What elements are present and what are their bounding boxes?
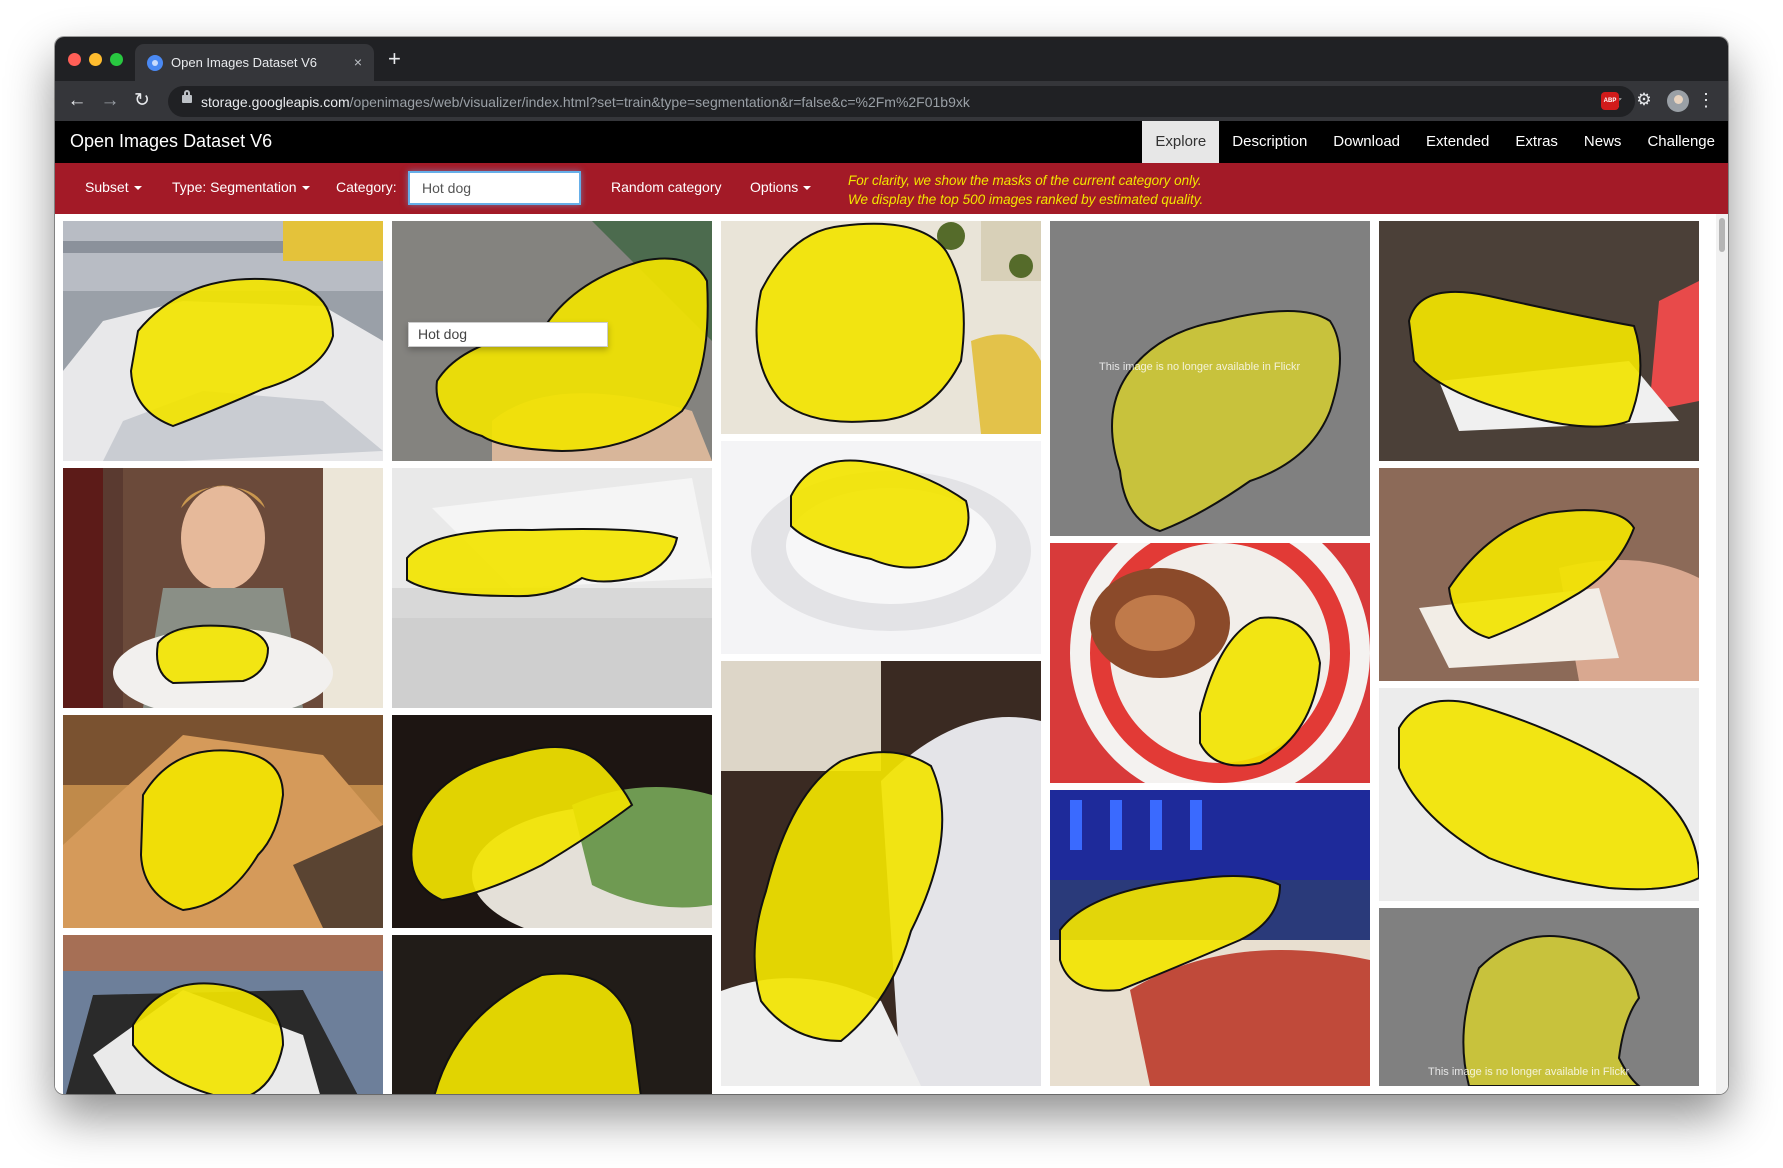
image-thumbnail[interactable] bbox=[63, 715, 383, 928]
page-viewport: Open Images Dataset V6 Explore Descriptio… bbox=[55, 121, 1728, 1094]
address-bar[interactable]: storage.googleapis.com/openimages/web/vi… bbox=[168, 86, 1635, 117]
maximize-window-button[interactable] bbox=[110, 53, 123, 66]
image-thumbnail[interactable] bbox=[392, 935, 712, 1094]
image-thumbnail[interactable] bbox=[721, 221, 1041, 434]
thumbnail-image bbox=[1379, 468, 1699, 681]
options-label: Options bbox=[750, 179, 799, 195]
image-thumbnail[interactable] bbox=[63, 221, 383, 461]
thumbnail-image bbox=[721, 441, 1041, 654]
image-thumbnail[interactable] bbox=[392, 468, 712, 708]
filter-bar: Subset Type: Segmentation Category: Hot … bbox=[55, 163, 1728, 214]
thumbnail-image bbox=[721, 221, 1041, 434]
unavailable-text: This image is no longer available in Fli… bbox=[1099, 361, 1301, 373]
notice-line-2: We display the top 500 images ranked by … bbox=[848, 192, 1204, 207]
thumbnail-image bbox=[1050, 543, 1370, 783]
nav-description[interactable]: Description bbox=[1219, 121, 1320, 163]
thumbnail-image bbox=[63, 935, 383, 1094]
thumbnail-image bbox=[1379, 688, 1699, 901]
notice-line-1: For clarity, we show the masks of the cu… bbox=[848, 173, 1202, 188]
category-input[interactable]: Hot dog bbox=[408, 171, 581, 205]
image-thumbnail[interactable] bbox=[1050, 790, 1370, 1086]
url-path: /openimages/web/visualizer/index.html?se… bbox=[349, 94, 970, 110]
thumbnail-image bbox=[1379, 908, 1699, 1086]
browser-menu-icon[interactable]: ⋮ bbox=[1697, 90, 1715, 110]
profile-avatar[interactable] bbox=[1667, 90, 1689, 112]
image-thumbnail[interactable] bbox=[1379, 908, 1699, 1086]
url-host: storage.googleapis.com bbox=[201, 94, 350, 110]
browser-toolbar: ← → ↻ storage.googleapis.com/openimages/… bbox=[55, 81, 1728, 121]
chevron-down-icon bbox=[803, 186, 812, 191]
url-text: storage.googleapis.com/openimages/web/vi… bbox=[201, 94, 970, 110]
image-thumbnail[interactable] bbox=[721, 441, 1041, 654]
thumbnail-image bbox=[63, 468, 383, 708]
page-scrollbar[interactable] bbox=[1716, 214, 1728, 1094]
browser-tab[interactable]: Open Images Dataset V6 × bbox=[135, 44, 374, 81]
new-tab-button[interactable]: + bbox=[388, 47, 401, 71]
back-arrow-icon[interactable]: ← bbox=[63, 87, 91, 115]
subset-label: Subset bbox=[85, 179, 129, 195]
thumbnail-image bbox=[721, 661, 1041, 1086]
thumbnail-image bbox=[63, 715, 383, 928]
favicon-icon bbox=[147, 54, 163, 71]
category-label: Category: bbox=[336, 179, 397, 195]
nav-download[interactable]: Download bbox=[1320, 121, 1413, 163]
scrollbar-thumb[interactable] bbox=[1719, 218, 1725, 252]
thumbnail-image bbox=[1379, 221, 1699, 461]
image-thumbnail[interactable] bbox=[392, 715, 712, 928]
site-navbar: Open Images Dataset V6 Explore Descriptio… bbox=[55, 121, 1728, 163]
thumbnail-image bbox=[63, 221, 383, 461]
image-thumbnail[interactable] bbox=[1379, 688, 1699, 901]
tab-title: Open Images Dataset V6 bbox=[171, 55, 317, 70]
close-window-button[interactable] bbox=[68, 53, 81, 66]
window-controls bbox=[68, 53, 123, 66]
thumbnail-image bbox=[1050, 790, 1370, 1086]
subset-dropdown[interactable]: Subset bbox=[85, 179, 142, 195]
reload-icon[interactable]: ↻ bbox=[128, 87, 156, 115]
type-dropdown[interactable]: Type: Segmentation bbox=[172, 179, 310, 195]
tab-bar: Open Images Dataset V6 × + bbox=[55, 37, 1728, 81]
options-dropdown[interactable]: Options bbox=[750, 179, 812, 195]
browser-window: Open Images Dataset V6 × + ← → ↻ storage… bbox=[55, 37, 1728, 1094]
thumbnail-image bbox=[1050, 221, 1370, 536]
nav-extended[interactable]: Extended bbox=[1413, 121, 1502, 163]
image-thumbnail[interactable] bbox=[1050, 543, 1370, 783]
type-label: Type: Segmentation bbox=[172, 179, 297, 195]
thumbnail-image bbox=[392, 935, 712, 1094]
image-thumbnail[interactable] bbox=[63, 468, 383, 708]
thumbnail-image bbox=[392, 468, 712, 708]
chevron-down-icon bbox=[133, 186, 142, 191]
close-tab-icon[interactable]: × bbox=[354, 54, 362, 70]
image-thumbnail[interactable] bbox=[721, 661, 1041, 1086]
nav-challenge[interactable]: Challenge bbox=[1634, 121, 1728, 163]
image-grid: This image is no longer available in Fli… bbox=[55, 214, 1728, 1094]
forward-arrow-icon[interactable]: → bbox=[96, 87, 124, 115]
random-category-button[interactable]: Random category bbox=[611, 179, 722, 195]
thumbnail-image bbox=[392, 715, 712, 928]
notice-text: For clarity, we show the masks of the cu… bbox=[848, 171, 1203, 209]
extensions-icon[interactable]: ⚙ bbox=[1635, 90, 1653, 109]
image-thumbnail[interactable] bbox=[1379, 221, 1699, 461]
category-autocomplete-option[interactable]: Hot dog bbox=[408, 322, 608, 347]
unavailable-text: This image is no longer available in Fli… bbox=[1428, 1066, 1630, 1078]
site-nav-items: Explore Description Download Extended Extras… bbox=[1142, 121, 1728, 163]
image-thumbnail[interactable] bbox=[63, 935, 383, 1094]
nav-news[interactable]: News bbox=[1571, 121, 1635, 163]
site-brand[interactable]: Open Images Dataset V6 bbox=[70, 131, 272, 152]
nav-explore[interactable]: Explore bbox=[1142, 121, 1220, 163]
lock-icon bbox=[182, 90, 192, 103]
image-thumbnail[interactable] bbox=[1379, 468, 1699, 681]
image-thumbnail[interactable] bbox=[1050, 221, 1370, 536]
minimize-window-button[interactable] bbox=[89, 53, 102, 66]
adblock-extension-icon[interactable]: ABP bbox=[1601, 92, 1619, 110]
nav-extras[interactable]: Extras bbox=[1502, 121, 1571, 163]
chevron-down-icon bbox=[301, 186, 310, 191]
